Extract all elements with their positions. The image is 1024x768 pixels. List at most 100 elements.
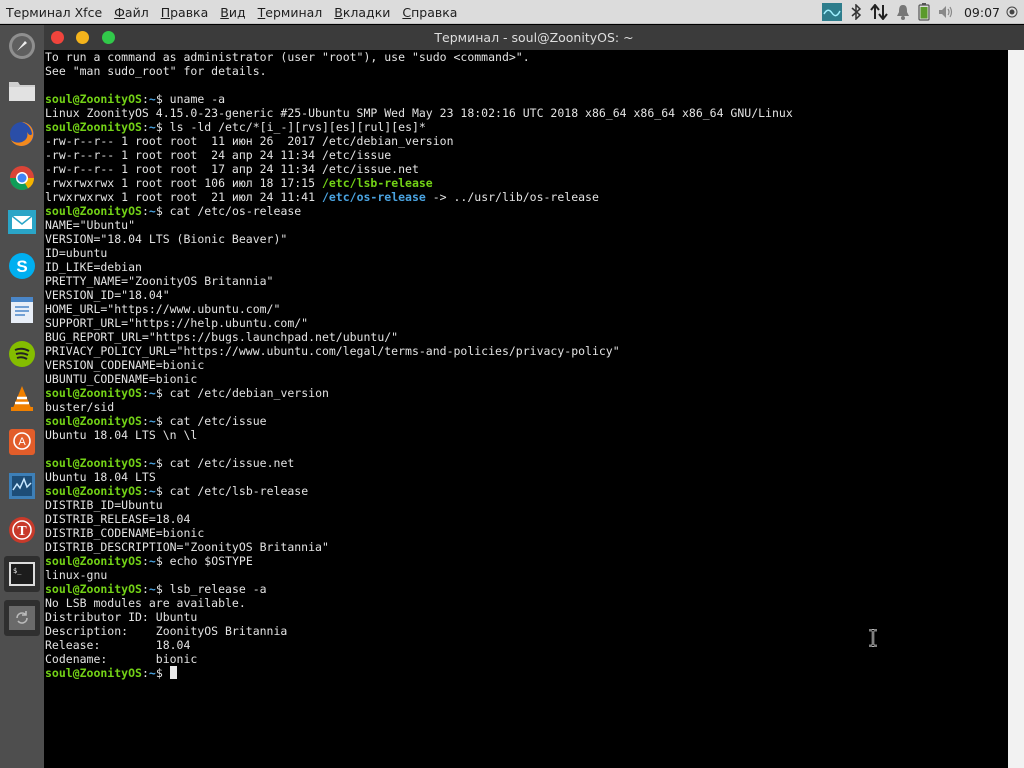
prompt-symbol: $ bbox=[155, 456, 170, 470]
prompt-user-host: soul@ZoonityOS bbox=[45, 386, 142, 400]
prompt-separator: : bbox=[141, 456, 149, 470]
chrome-icon[interactable] bbox=[4, 160, 40, 196]
prompt-user-host: soul@ZoonityOS bbox=[45, 582, 142, 596]
text-cursor-icon bbox=[868, 628, 878, 648]
volume-icon[interactable] bbox=[938, 0, 954, 24]
output-text: BUG_REPORT_URL="https://bugs.launchpad.n… bbox=[45, 330, 399, 344]
prompt-path: ~ bbox=[148, 386, 156, 400]
output-text: Distributor ID: Ubuntu bbox=[45, 610, 198, 624]
skype-icon[interactable]: S bbox=[4, 248, 40, 284]
app-name-menu[interactable]: Терминал Xfce bbox=[6, 5, 102, 20]
output-text: PRETTY_NAME="ZoonityOS Britannia" bbox=[45, 274, 274, 288]
prompt-separator: : bbox=[141, 554, 149, 568]
svg-text:$_: $_ bbox=[13, 567, 22, 575]
prompt-path: ~ bbox=[148, 484, 156, 498]
output-text: No LSB modules are available. bbox=[45, 596, 246, 610]
menu-file[interactable]: Файл bbox=[114, 5, 149, 20]
prompt-separator: : bbox=[141, 484, 149, 498]
prompt-separator: : bbox=[141, 120, 149, 134]
output-text: lrwxrwxrwx 1 root root 21 июл 24 11:41 bbox=[45, 190, 322, 204]
output-line: HOME_URL="https://www.ubuntu.com/" bbox=[45, 302, 1008, 316]
output-text: Description: ZoonityOS Britannia bbox=[45, 624, 288, 638]
window-titlebar[interactable]: Терминал - soul@ZoonityOS: ~ bbox=[44, 25, 1024, 50]
command-text: cat /etc/lsb-release bbox=[169, 484, 309, 498]
output-line: PRIVACY_POLICY_URL="https://www.ubuntu.c… bbox=[45, 344, 1008, 358]
command-text: uname -a bbox=[169, 92, 226, 106]
output-line: Description: ZoonityOS Britannia bbox=[45, 624, 1008, 638]
prompt-user-host: soul@ZoonityOS bbox=[45, 666, 142, 680]
prompt-user-host: soul@ZoonityOS bbox=[45, 484, 142, 498]
prompt-separator: : bbox=[141, 386, 149, 400]
output-line: -rw-r--r-- 1 root root 24 апр 24 11:34 /… bbox=[45, 148, 1008, 162]
network-transfer-icon[interactable] bbox=[870, 0, 888, 24]
output-line: No LSB modules are available. bbox=[45, 596, 1008, 610]
scrollbar[interactable] bbox=[1008, 50, 1024, 768]
refresh-icon[interactable] bbox=[4, 600, 40, 636]
text-editor-icon[interactable] bbox=[4, 292, 40, 328]
prompt-symbol: $ bbox=[155, 120, 170, 134]
app-red-icon[interactable]: T bbox=[4, 512, 40, 548]
prompt-path: ~ bbox=[148, 666, 156, 680]
output-text: ID_LIKE=debian bbox=[45, 260, 142, 274]
prompt-line: soul@ZoonityOS:~$ echo $OSTYPE bbox=[45, 554, 1008, 568]
output-line: See "man sudo_root" for details. bbox=[45, 64, 1008, 78]
output-text: Release: 18.04 bbox=[45, 638, 191, 652]
output-text: DISTRIB_DESCRIPTION="ZoonityOS Britannia… bbox=[45, 540, 329, 554]
output-line: Distributor ID: Ubuntu bbox=[45, 610, 1008, 624]
menu-help[interactable]: Справка bbox=[402, 5, 457, 20]
prompt-line: soul@ZoonityOS:~$ cat /etc/issue bbox=[45, 414, 1008, 428]
vlc-icon[interactable] bbox=[4, 380, 40, 416]
menu-view[interactable]: Вид bbox=[220, 5, 245, 20]
software-center-icon[interactable]: A bbox=[4, 424, 40, 460]
prompt-symbol: $ bbox=[155, 582, 170, 596]
battery-icon[interactable] bbox=[918, 0, 930, 24]
output-line: -rw-r--r-- 1 root root 17 апр 24 11:34 /… bbox=[45, 162, 1008, 176]
output-text: linux-gnu bbox=[45, 568, 108, 582]
prompt-separator: : bbox=[141, 204, 149, 218]
prompt-separator: : bbox=[141, 92, 149, 106]
prompt-user-host: soul@ZoonityOS bbox=[45, 120, 142, 134]
firefox-icon[interactable] bbox=[4, 116, 40, 152]
system-monitor-icon[interactable] bbox=[4, 468, 40, 504]
prompt-user-host: soul@ZoonityOS bbox=[45, 92, 142, 106]
output-line: -rwxrwxrwx 1 root root 106 июл 18 17:15 … bbox=[45, 176, 1008, 190]
output-text: ID=ubuntu bbox=[45, 246, 108, 260]
window-title: Терминал - soul@ZoonityOS: ~ bbox=[434, 30, 634, 45]
output-text: -rw-r--r-- 1 root root 17 апр 24 11:34 /… bbox=[45, 162, 419, 176]
output-text: VERSION_ID="18.04" bbox=[45, 288, 170, 302]
terminal-icon[interactable]: $_ bbox=[4, 556, 40, 592]
power-icon[interactable] bbox=[1006, 0, 1018, 24]
menu-tabs[interactable]: Вкладки bbox=[334, 5, 390, 20]
clock[interactable]: 09:07 bbox=[964, 5, 1000, 20]
system-tray: 09:07 bbox=[818, 0, 1024, 24]
output-text: SUPPORT_URL="https://help.ubuntu.com/" bbox=[45, 316, 309, 330]
spotify-icon[interactable] bbox=[4, 336, 40, 372]
output-line: VERSION="18.04 LTS (Bionic Beaver)" bbox=[45, 232, 1008, 246]
highlighted-filename: /etc/os-release bbox=[321, 190, 426, 204]
mail-icon[interactable] bbox=[4, 204, 40, 240]
output-line: ID_LIKE=debian bbox=[45, 260, 1008, 274]
files-icon[interactable] bbox=[4, 72, 40, 108]
command-text: cat /etc/os-release bbox=[169, 204, 302, 218]
output-line: linux-gnu bbox=[45, 568, 1008, 582]
prompt-symbol: $ bbox=[155, 414, 170, 428]
output-text: -rwxrwxrwx 1 root root 106 июл 18 17:15 bbox=[45, 176, 322, 190]
output-line: Release: 18.04 bbox=[45, 638, 1008, 652]
rocket-launcher-icon[interactable] bbox=[4, 28, 40, 64]
terminal-output[interactable]: To run a command as administrator (user … bbox=[44, 50, 1008, 768]
prompt-path: ~ bbox=[148, 456, 156, 470]
output-text: NAME="Ubuntu" bbox=[45, 218, 136, 232]
bluetooth-icon[interactable] bbox=[850, 0, 862, 24]
prompt-line: soul@ZoonityOS:~$ uname -a bbox=[45, 92, 1008, 106]
svg-text:A: A bbox=[18, 436, 26, 448]
prompt-user-host: soul@ZoonityOS bbox=[45, 554, 142, 568]
svg-text:T: T bbox=[17, 524, 27, 539]
prompt-user-host: soul@ZoonityOS bbox=[45, 414, 142, 428]
menu-terminal[interactable]: Терминал bbox=[258, 5, 323, 20]
terminal-cursor bbox=[169, 666, 177, 679]
network-monitor-icon[interactable] bbox=[821, 0, 842, 24]
menu-edit[interactable]: Правка bbox=[161, 5, 209, 20]
notification-bell-icon[interactable] bbox=[896, 0, 910, 24]
